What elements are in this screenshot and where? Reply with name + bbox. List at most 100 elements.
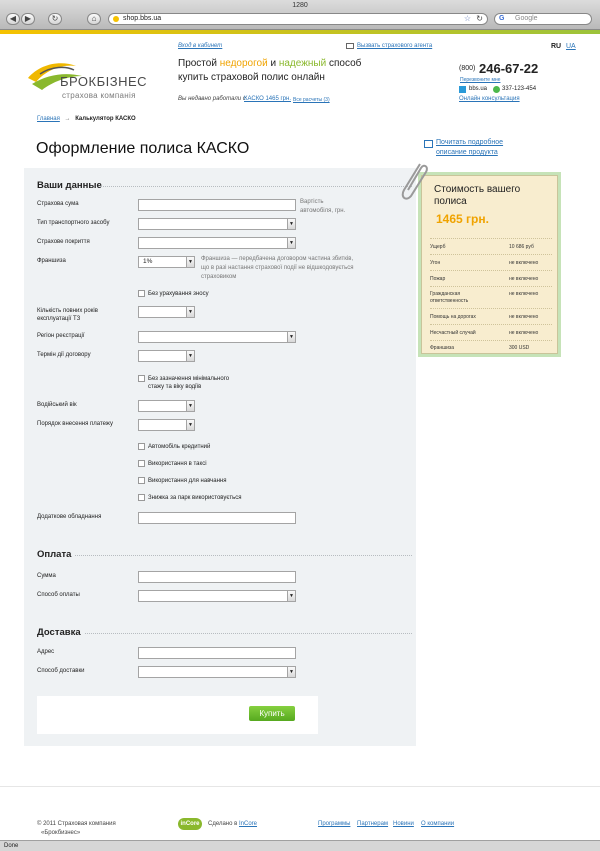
price-summary: Стоимость вашего полиса 1465 грн. Ущерб 1… — [421, 175, 558, 354]
payment-order-label: Порядок внесення платежу — [37, 421, 114, 427]
franchise-value: 1% — [143, 258, 153, 265]
skype-icon — [459, 86, 466, 93]
footer-link-programs[interactable]: Программы — [318, 821, 350, 827]
back-button[interactable]: ◀ — [6, 13, 20, 25]
slogan-line2: купить страховой полис онлайн — [178, 72, 325, 83]
breadcrumb-current: Калькулятор КАСКО — [75, 116, 136, 122]
address-bar[interactable]: shop.bbs.ua ☆ ↻ — [108, 13, 488, 25]
breadcrumb-home[interactable]: Главная — [37, 116, 60, 122]
footer-divider — [0, 786, 600, 787]
online-consult-link[interactable]: Онлайн консультация — [459, 96, 520, 102]
lang-ru[interactable]: RU — [551, 43, 561, 50]
credit-car-label: Автомобіль кредитний — [148, 444, 211, 450]
home-button[interactable]: ⌂ — [87, 13, 101, 25]
region-select[interactable]: ▼ — [138, 331, 296, 343]
delivery-method-label: Способ доставки — [37, 668, 85, 674]
status-bar: Done — [0, 840, 600, 851]
incore-link[interactable]: InCore — [239, 821, 257, 827]
incore-logo[interactable]: inCore — [178, 818, 202, 830]
price-row-value: не включено — [509, 314, 539, 320]
copyright-2: «Брокбизнес» — [41, 830, 81, 836]
cabinet-link[interactable]: Вход в кабинет — [178, 43, 222, 49]
vehicle-type-select[interactable]: ▼ — [138, 218, 296, 230]
no-min-experience-checkbox[interactable] — [138, 375, 145, 382]
chevron-down-icon: ▼ — [287, 219, 295, 229]
all-calcs-link[interactable]: Все расчеты (3) — [293, 97, 330, 103]
made-by: Сделано в InCore — [208, 821, 257, 827]
logo[interactable]: БРОКБІЗНЕС страхова компанія — [26, 54, 156, 104]
slogan-cheap: недорогой — [219, 58, 268, 69]
vehicle-type-label: Тип транспортного засобу — [37, 220, 110, 226]
recent-calc-link[interactable]: КАСКО 1465 грн. — [244, 96, 291, 102]
amount-label: Сумма — [37, 573, 56, 579]
no-min-experience-label-2: стажу та віку водіїв — [148, 384, 202, 390]
divider — [100, 186, 412, 187]
price-row-value: не включено — [509, 291, 539, 297]
driver-age-select[interactable]: ▼ — [138, 400, 195, 412]
footer-link-about[interactable]: О компании — [421, 821, 454, 827]
taxi-use-label: Використання в таксі — [148, 461, 207, 467]
franchise-hint-2: що в разі настання страхової події не ві… — [201, 265, 354, 271]
address-text: shop.bbs.ua — [123, 15, 162, 22]
franchise-select[interactable]: 1% ▼ — [138, 256, 195, 268]
slogan: Простой недорогой и надежный способ — [178, 58, 361, 69]
footer-link-news[interactable]: Новини — [393, 821, 414, 827]
google-icon: G — [499, 15, 505, 22]
star-icon[interactable]: ☆ — [464, 14, 471, 24]
product-description-link-2[interactable]: описание продукта — [436, 149, 498, 156]
years-select[interactable]: ▼ — [138, 306, 195, 318]
fleet-discount-checkbox[interactable] — [138, 494, 145, 501]
no-min-experience-label: Без зазначення мінімального — [148, 376, 230, 382]
chevron-down-icon: ▼ — [287, 591, 295, 601]
search-input[interactable]: G Google — [494, 13, 592, 25]
price-row-key: Пожар — [430, 276, 446, 282]
coverage-select[interactable]: ▼ — [138, 237, 296, 249]
favicon-icon — [113, 16, 119, 22]
chevron-down-icon: ▼ — [186, 351, 194, 361]
buy-button[interactable]: Купить — [249, 706, 295, 721]
credit-car-checkbox[interactable] — [138, 443, 145, 450]
lang-ua[interactable]: UA — [566, 43, 576, 50]
callback-link[interactable]: Перезвоните мне — [460, 77, 500, 83]
skype-link[interactable]: bbs.ua — [469, 86, 487, 92]
franchise-hint-3: страховиком — [201, 274, 237, 280]
price-row-key: Помощь на дорогах — [430, 314, 476, 320]
browser-toolbar: 1280 ◀ ▶ ↻ ⌂ + shop.bbs.ua ☆ ↻ G Google — [0, 0, 600, 30]
payment-order-select[interactable]: ▼ — [138, 419, 195, 431]
extra-equipment-input[interactable] — [138, 512, 296, 524]
payment-method-select[interactable]: ▼ — [138, 590, 296, 602]
reload-icon[interactable]: ↻ — [476, 14, 483, 24]
divider — [75, 555, 412, 556]
copyright: © 2011 Страховая компания — [37, 821, 116, 827]
fleet-discount-label: Знижка за парк використовується — [148, 495, 242, 501]
divider — [85, 633, 412, 634]
training-use-checkbox[interactable] — [138, 477, 145, 484]
icq-number: 337-123-454 — [502, 86, 537, 92]
years-label: Кількість повних років — [37, 308, 98, 314]
page-title: Оформление полиса КАСКО — [36, 140, 250, 157]
price-row-key: Ущерб — [430, 244, 446, 250]
no-wear-checkbox[interactable] — [138, 290, 145, 297]
delivery-method-select[interactable]: ▼ — [138, 666, 296, 678]
icq-icon — [493, 86, 500, 93]
region-label: Регіон реєстрації — [37, 333, 85, 339]
footer-link-partners[interactable]: Партнерам — [357, 821, 388, 827]
price-row-value: не включено — [509, 330, 539, 336]
chevron-down-icon: ▼ — [186, 401, 194, 411]
sum-input[interactable] — [138, 199, 296, 211]
address-input[interactable] — [138, 647, 296, 659]
franchise-hint: Франшиза — передбачена договором частина… — [201, 256, 354, 262]
product-description-link[interactable]: Почитать подробное — [436, 139, 503, 146]
chevron-down-icon: ▼ — [287, 667, 295, 677]
price-row-key: Несчастный случай — [430, 330, 476, 336]
paperclip-icon — [401, 163, 428, 200]
taxi-use-checkbox[interactable] — [138, 460, 145, 467]
amount-input[interactable] — [138, 571, 296, 583]
call-agent-link[interactable]: Вызвать страхового агента — [357, 43, 432, 49]
forward-button[interactable]: ▶ — [21, 13, 35, 25]
years-label-2: експлуатації ТЗ — [37, 316, 81, 322]
section-delivery: Доставка — [37, 627, 81, 638]
reload-button[interactable]: ↻ — [48, 13, 62, 25]
driver-age-label: Водійський вік — [37, 402, 77, 408]
term-select[interactable]: ▼ — [138, 350, 195, 362]
